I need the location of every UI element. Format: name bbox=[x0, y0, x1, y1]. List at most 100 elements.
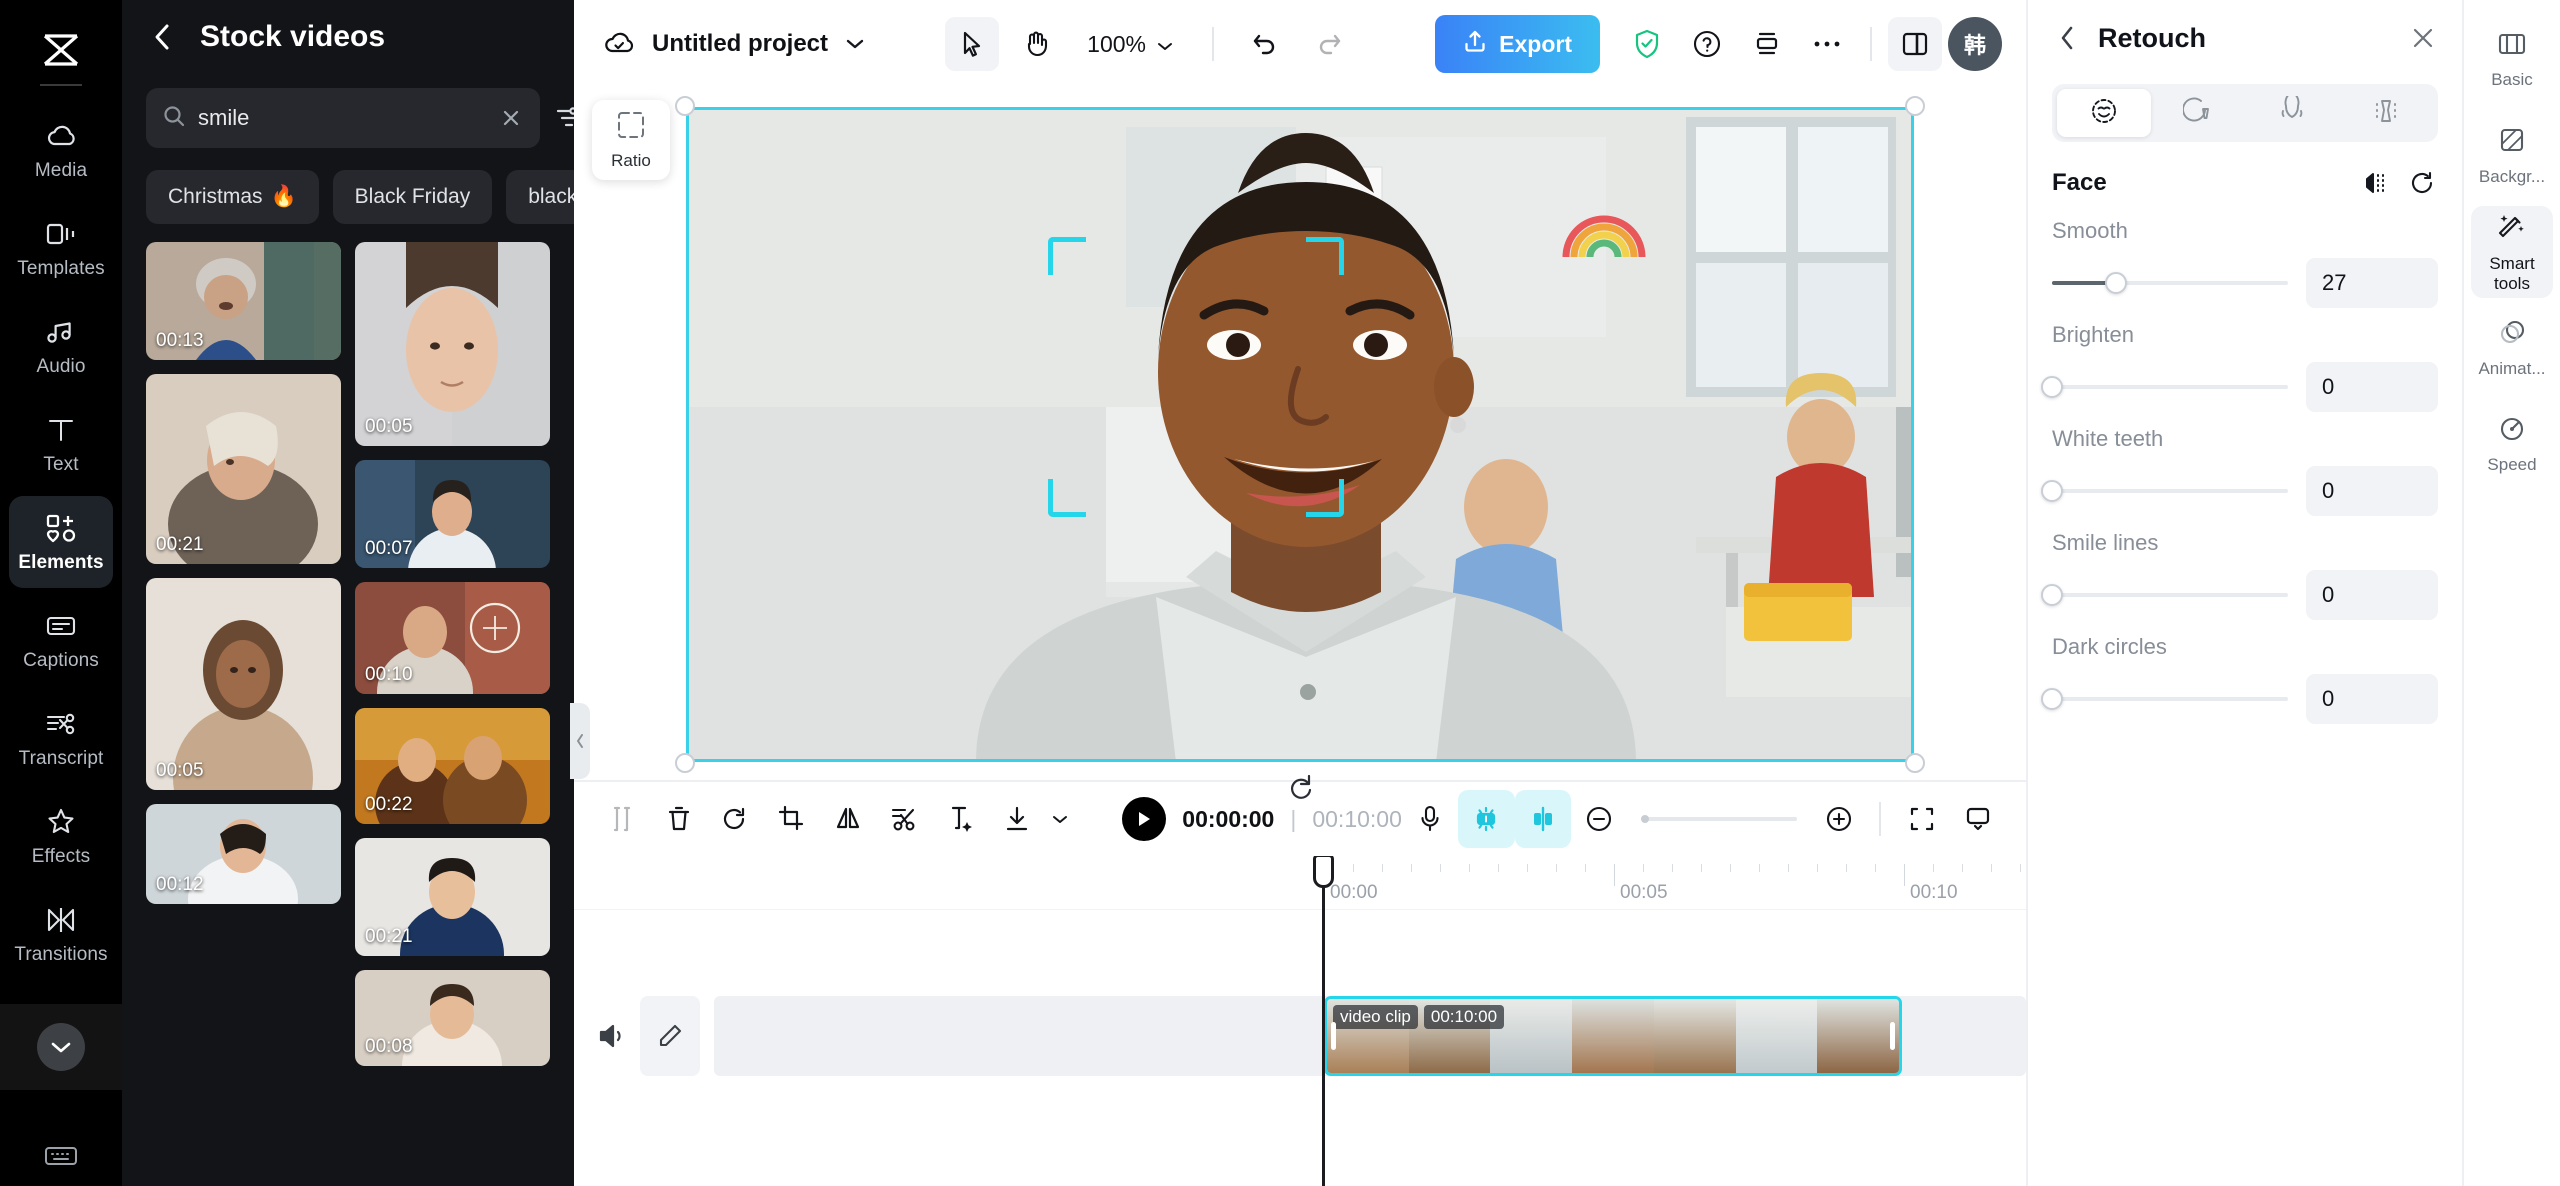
cursor-arrow-icon[interactable] bbox=[945, 17, 999, 71]
chevron-down-icon[interactable] bbox=[844, 37, 866, 51]
avatar[interactable]: 韩 bbox=[1948, 17, 2002, 71]
stock-card[interactable]: 00:21 bbox=[146, 374, 341, 564]
slider-knob[interactable] bbox=[2041, 480, 2063, 502]
sidebar-item-media[interactable]: Media bbox=[9, 104, 113, 196]
resize-handle-tr[interactable] bbox=[1905, 96, 1925, 116]
timeline-ruler[interactable]: 00:00 00:05 00:10 00:15 00:20 bbox=[574, 856, 2026, 910]
tab-makeup[interactable] bbox=[2151, 89, 2245, 137]
slider-knob[interactable] bbox=[2105, 272, 2127, 294]
zoom-slider-knob[interactable] bbox=[1641, 815, 1649, 823]
export-button[interactable]: Export bbox=[1435, 15, 1600, 73]
filter-icon[interactable] bbox=[554, 96, 574, 140]
stock-card[interactable]: 00:05 bbox=[355, 242, 550, 446]
slider-knob[interactable] bbox=[2041, 688, 2063, 710]
search-field[interactable] bbox=[198, 105, 486, 131]
rotate-icon[interactable] bbox=[707, 790, 763, 848]
panel-split-icon[interactable] bbox=[1888, 17, 1942, 71]
slider-track[interactable] bbox=[2052, 281, 2288, 285]
redo-icon[interactable] bbox=[1302, 17, 1356, 71]
back-icon[interactable] bbox=[146, 21, 178, 53]
stock-card[interactable]: 00:08 bbox=[355, 970, 550, 1066]
chip-black-friday[interactable]: Black Friday bbox=[333, 170, 493, 224]
trash-icon[interactable] bbox=[650, 790, 706, 848]
slider-value[interactable]: 0 bbox=[2306, 570, 2438, 620]
slider-value[interactable]: 0 bbox=[2306, 362, 2438, 412]
tool-basic[interactable]: Basic bbox=[2471, 14, 2553, 106]
ratio-button[interactable]: Ratio bbox=[592, 100, 670, 180]
plus-circle-icon[interactable] bbox=[1811, 790, 1867, 848]
chevron-down-icon[interactable] bbox=[37, 1023, 85, 1071]
slider-track[interactable] bbox=[2052, 489, 2288, 493]
tool-animation[interactable]: Animat... bbox=[2471, 302, 2553, 394]
split-icon[interactable] bbox=[594, 790, 650, 848]
playhead-handle[interactable] bbox=[1313, 856, 1334, 888]
stock-card[interactable]: 00:12 bbox=[146, 804, 341, 904]
resize-handle-tl[interactable] bbox=[675, 96, 695, 116]
keyboard-icon[interactable] bbox=[0, 1144, 122, 1168]
playhead[interactable] bbox=[1322, 856, 1325, 1186]
stock-card[interactable]: 00:13 bbox=[146, 242, 341, 360]
slider-knob[interactable] bbox=[2041, 584, 2063, 606]
timeline-clip[interactable]: video clip 00:10:00 bbox=[1324, 996, 1902, 1076]
stock-card[interactable]: 00:05 bbox=[146, 578, 341, 790]
close-icon[interactable] bbox=[2408, 23, 2438, 53]
play-button[interactable] bbox=[1122, 797, 1166, 841]
zoom-slider[interactable] bbox=[1641, 817, 1797, 821]
tab-body-shape[interactable] bbox=[2339, 89, 2433, 137]
clip-trim-handle-right[interactable] bbox=[1890, 1022, 1895, 1050]
slider-track[interactable] bbox=[2052, 385, 2288, 389]
search-input[interactable] bbox=[146, 88, 540, 148]
tab-face[interactable] bbox=[2057, 89, 2151, 137]
slider-value[interactable]: 0 bbox=[2306, 466, 2438, 516]
undo-icon[interactable] bbox=[1238, 17, 1292, 71]
question-circle-icon[interactable] bbox=[1680, 17, 1734, 71]
project-name[interactable]: Untitled project bbox=[652, 30, 828, 58]
download-icon[interactable] bbox=[989, 790, 1045, 848]
slider-knob[interactable] bbox=[2041, 376, 2063, 398]
sidebar-item-captions[interactable]: Captions bbox=[9, 594, 113, 686]
sidebar-item-effects[interactable]: Effects bbox=[9, 790, 113, 882]
shield-check-icon[interactable] bbox=[1620, 17, 1674, 71]
compare-icon[interactable] bbox=[2360, 168, 2390, 198]
ellipsis-icon[interactable] bbox=[1800, 17, 1854, 71]
zoom-level-dropdown[interactable]: 100% bbox=[1073, 31, 1188, 58]
slider-value[interactable]: 27 bbox=[2306, 258, 2438, 308]
reset-icon[interactable] bbox=[2408, 168, 2438, 198]
chip-black[interactable]: black bbox=[506, 170, 574, 224]
timeline[interactable]: 00:00 00:05 00:10 00:15 00:20 bbox=[574, 856, 2026, 1186]
speaker-icon[interactable] bbox=[592, 996, 632, 1076]
tool-background[interactable]: Backgr... bbox=[2471, 110, 2553, 202]
stock-card[interactable]: 00:07 bbox=[355, 460, 550, 568]
sidebar-item-transitions[interactable]: Transitions bbox=[9, 888, 113, 980]
sidebar-item-transcript[interactable]: Transcript bbox=[9, 692, 113, 784]
slider-track[interactable] bbox=[2052, 593, 2288, 597]
rotate-handle-icon[interactable] bbox=[1286, 773, 1314, 806]
sidebar-item-elements[interactable]: Elements bbox=[9, 496, 113, 588]
mirror-flip-icon[interactable] bbox=[820, 790, 876, 848]
chevron-down-icon[interactable] bbox=[1045, 790, 1074, 848]
chip-christmas[interactable]: Christmas 🔥 bbox=[146, 170, 319, 224]
back-icon[interactable] bbox=[2052, 23, 2082, 53]
crop-icon[interactable] bbox=[763, 790, 819, 848]
resize-handle-bl[interactable] bbox=[675, 753, 695, 773]
microphone-icon[interactable] bbox=[1402, 790, 1458, 848]
minus-circle-icon[interactable] bbox=[1571, 790, 1627, 848]
fit-screen-icon[interactable] bbox=[1893, 790, 1949, 848]
sidebar-item-audio[interactable]: Audio bbox=[9, 300, 113, 392]
tool-speed[interactable]: Speed bbox=[2471, 398, 2553, 490]
split-clip-icon[interactable] bbox=[1515, 790, 1571, 848]
freeze-frame-icon[interactable] bbox=[932, 790, 988, 848]
pencil-edit-icon[interactable] bbox=[640, 996, 700, 1076]
capcut-logo-icon[interactable] bbox=[29, 26, 93, 74]
panel-collapse-handle[interactable] bbox=[570, 703, 590, 779]
hand-icon[interactable] bbox=[1009, 17, 1063, 71]
stock-card[interactable]: 00:21 bbox=[355, 838, 550, 956]
layers-icon[interactable] bbox=[1740, 17, 1794, 71]
sidebar-item-text[interactable]: Text bbox=[9, 398, 113, 490]
stock-card[interactable]: 00:22 bbox=[355, 708, 550, 824]
stock-card[interactable]: 00:10 bbox=[355, 582, 550, 694]
sidebar-item-templates[interactable]: Templates bbox=[9, 202, 113, 294]
slider-track[interactable] bbox=[2052, 697, 2288, 701]
resize-handle-br[interactable] bbox=[1905, 753, 1925, 773]
tool-smart-tools[interactable]: Smart tools bbox=[2471, 206, 2553, 298]
